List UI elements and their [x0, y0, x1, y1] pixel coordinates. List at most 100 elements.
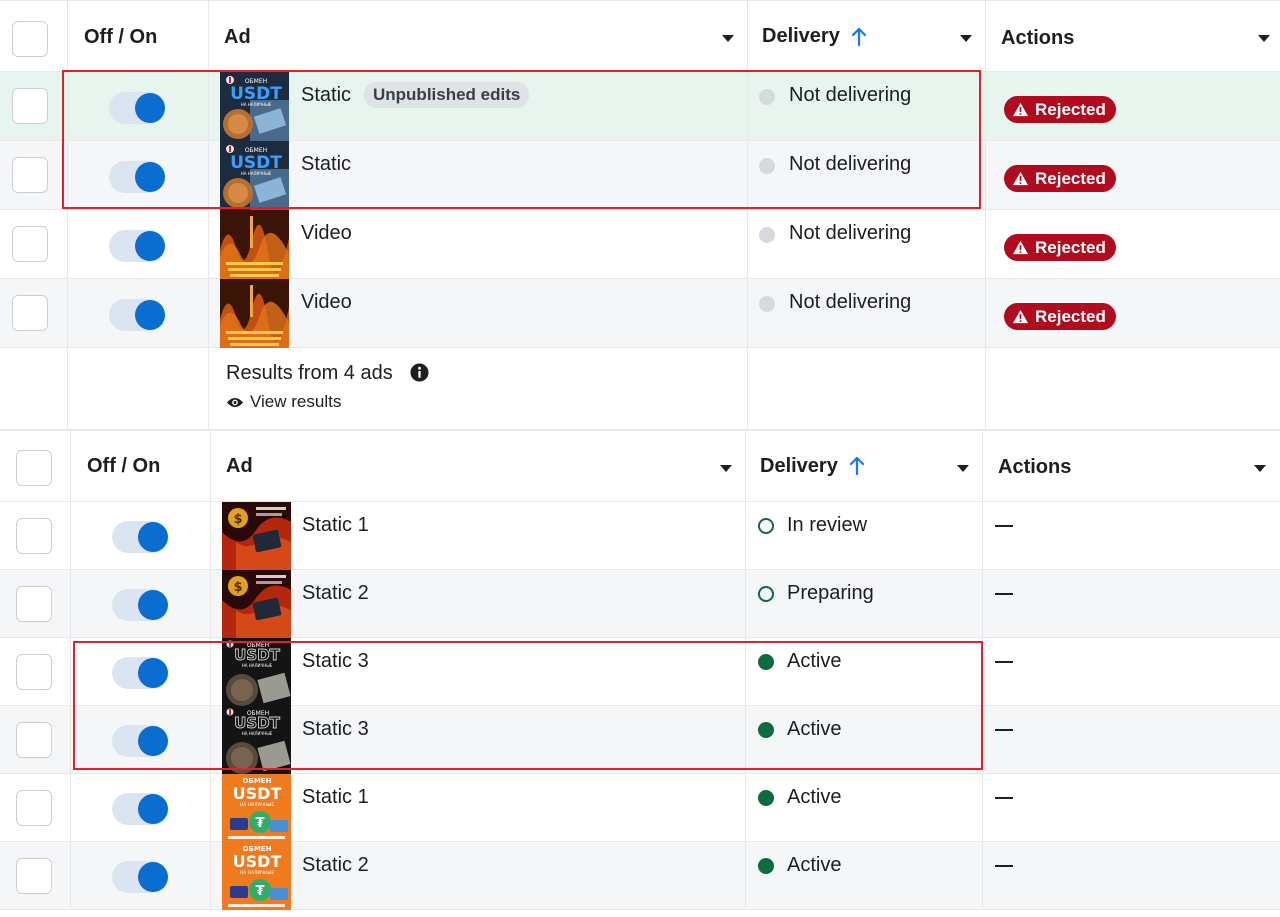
ad-name[interactable]: Static: [301, 84, 351, 107]
chevron-down-icon[interactable]: [722, 35, 734, 42]
svg-text:НА НАЛИЧНЫЕ: НА НАЛИЧНЫЕ: [241, 102, 272, 107]
svg-text:$: $: [233, 580, 242, 595]
rejected-badge[interactable]: Rejected: [1004, 96, 1116, 123]
ad-toggle[interactable]: [112, 657, 168, 689]
table-row: $ Static 1 In review: [0, 502, 1280, 570]
rejected-badge[interactable]: Rejected: [1004, 165, 1116, 192]
ad-thumbnail[interactable]: ОБМЕН USDT НА НАЛИЧНЫЕ ₮: [222, 842, 291, 910]
delivery-status: Active: [787, 650, 842, 672]
header-toggle[interactable]: Off / On: [84, 26, 157, 49]
ad-name[interactable]: Video: [301, 222, 352, 245]
svg-text:USDT: USDT: [234, 714, 280, 732]
ad-name[interactable]: Static 3: [302, 650, 369, 673]
delivery-status: Active: [787, 718, 842, 740]
chevron-down-icon[interactable]: [1258, 35, 1270, 42]
ad-thumbnail[interactable]: ОБМЕН USDT НА НАЛИЧНЫЕ: [220, 141, 289, 210]
ad-toggle[interactable]: [112, 725, 168, 757]
ad-name[interactable]: Video: [301, 291, 352, 314]
delivery-status: Not delivering: [789, 153, 912, 175]
header-ad[interactable]: Ad: [224, 26, 251, 49]
warning-icon: [1013, 102, 1028, 117]
svg-text:НА НАЛИЧНЫЕ: НА НАЛИЧНЫЕ: [242, 663, 273, 668]
toggle-knob: [138, 794, 168, 824]
chevron-down-icon[interactable]: [960, 35, 972, 42]
info-icon[interactable]: [410, 363, 429, 382]
svg-text:USDT: USDT: [233, 784, 282, 803]
ad-toggle[interactable]: [109, 161, 165, 193]
row-checkbox[interactable]: [16, 858, 52, 894]
toggle-knob: [138, 726, 168, 756]
select-all-checkbox[interactable]: [16, 450, 52, 486]
select-all-checkbox[interactable]: [12, 21, 48, 57]
view-results-link[interactable]: View results: [250, 392, 341, 412]
row-checkbox[interactable]: [16, 586, 52, 622]
sort-ascending-icon[interactable]: [849, 456, 865, 476]
header-actions[interactable]: Actions: [998, 456, 1071, 479]
ad-thumbnail[interactable]: $: [222, 570, 291, 638]
unpublished-edits-badge: Unpublished edits: [364, 82, 530, 108]
pending-status-dot: [758, 518, 774, 534]
rejected-badge[interactable]: Rejected: [1004, 303, 1116, 330]
row-checkbox[interactable]: [16, 518, 52, 554]
ad-thumbnail[interactable]: [220, 210, 289, 279]
pending-status-dot: [758, 586, 774, 602]
chevron-down-icon[interactable]: [957, 465, 969, 472]
delivery-status-dot: [759, 227, 775, 243]
ad-toggle[interactable]: [112, 521, 168, 553]
rejected-label: Rejected: [1035, 306, 1106, 326]
table-row: ОБМЕН USDT НА НАЛИЧНЫЕ ₮ Static 2 Active: [0, 842, 1280, 910]
row-checkbox[interactable]: [12, 157, 48, 193]
header-delivery[interactable]: Delivery: [760, 455, 838, 478]
rejected-badge[interactable]: Rejected: [1004, 234, 1116, 261]
svg-text:НА НАЛИЧНЫЕ: НА НАЛИЧНЫЕ: [241, 171, 272, 176]
header-delivery[interactable]: Delivery: [762, 25, 840, 48]
eye-icon[interactable]: [226, 396, 244, 409]
ad-thumbnail[interactable]: ОБМЕН USDT НА НАЛИЧНЫЕ ₮: [222, 774, 291, 842]
header-ad[interactable]: Ad: [226, 455, 253, 478]
ad-name[interactable]: Static 2: [302, 582, 369, 605]
ad-toggle[interactable]: [112, 861, 168, 893]
sort-ascending-icon[interactable]: [851, 27, 867, 47]
header-actions[interactable]: Actions: [1001, 27, 1074, 50]
ad-toggle[interactable]: [112, 793, 168, 825]
ad-thumbnail[interactable]: $: [222, 502, 291, 570]
rejected-label: Rejected: [1035, 168, 1106, 188]
warning-icon: [1013, 171, 1028, 186]
ad-thumbnail[interactable]: [220, 279, 289, 348]
toggle-knob: [135, 93, 165, 123]
no-action-dash: [995, 865, 1013, 867]
row-checkbox[interactable]: [12, 226, 48, 262]
ad-name[interactable]: Static 3: [302, 718, 369, 741]
table-header: Off / On Ad Delivery Actions: [0, 430, 1280, 502]
table-row: $ Static 2 Preparing: [0, 570, 1280, 638]
toggle-knob: [138, 862, 168, 892]
table-row: ОБМЕН USDT НА НАЛИЧНЫЕ Static 3 Active: [0, 706, 1280, 774]
ad-toggle[interactable]: [112, 589, 168, 621]
ad-thumbnail[interactable]: ОБМЕН USDT НА НАЛИЧНЫЕ: [220, 72, 289, 141]
ad-name[interactable]: Static 1: [302, 786, 369, 809]
ad-toggle[interactable]: [109, 299, 165, 331]
ad-name[interactable]: Static 1: [302, 514, 369, 537]
no-action-dash: [995, 593, 1013, 595]
svg-text:НА НАЛИЧНЫЕ: НА НАЛИЧНЫЕ: [240, 870, 275, 876]
ad-name[interactable]: Static 2: [302, 854, 369, 877]
ad-thumbnail[interactable]: ОБМЕН USDT НА НАЛИЧНЫЕ: [222, 706, 291, 774]
row-checkbox[interactable]: [16, 790, 52, 826]
active-status-dot: [758, 722, 774, 738]
row-checkbox[interactable]: [16, 722, 52, 758]
header-toggle[interactable]: Off / On: [87, 455, 160, 478]
row-checkbox[interactable]: [12, 295, 48, 331]
ad-toggle[interactable]: [109, 230, 165, 262]
chevron-down-icon[interactable]: [720, 465, 732, 472]
row-checkbox[interactable]: [12, 88, 48, 124]
ad-name[interactable]: Static: [301, 153, 351, 176]
table-row: ОБМЕН USDT НА НАЛИЧНЫЕ Static 3 Active: [0, 638, 1280, 706]
delivery-status-dot: [759, 158, 775, 174]
ad-toggle[interactable]: [109, 92, 165, 124]
svg-text:USDT: USDT: [233, 852, 282, 871]
results-summary-row: Results from 4 ads View results: [0, 348, 1280, 430]
svg-text:НА НАЛИЧНЫЕ: НА НАЛИЧНЫЕ: [240, 802, 275, 808]
chevron-down-icon[interactable]: [1254, 465, 1266, 472]
ad-thumbnail[interactable]: ОБМЕН USDT НА НАЛИЧНЫЕ: [222, 638, 291, 706]
row-checkbox[interactable]: [16, 654, 52, 690]
